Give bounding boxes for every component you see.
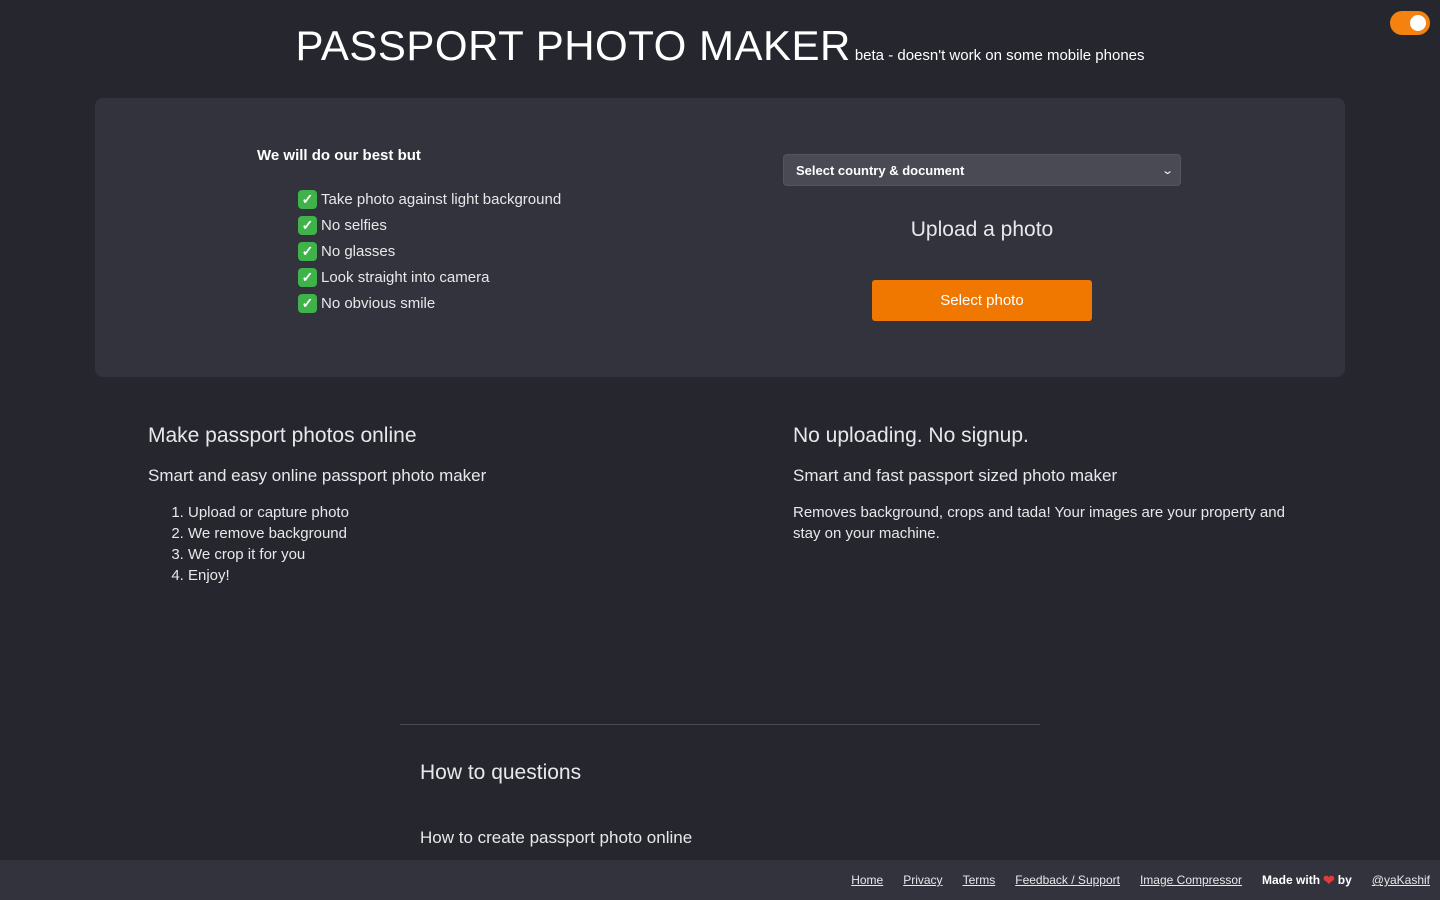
header: PASSPORT PHOTO MAKER beta - doesn't work … [0,22,1440,70]
toggle-knob [1410,15,1426,31]
author-link[interactable]: @yaKashif [1372,873,1430,887]
info-heading: Make passport photos online [148,424,417,447]
list-item: Enjoy! [188,565,668,586]
theme-toggle[interactable] [1390,11,1430,35]
list-item: ✓ Look straight into camera [298,264,561,290]
steps-list: Upload or capture photo We remove backgr… [148,502,668,586]
tip-text: No obvious smile [321,294,436,312]
footer-link-image-compressor[interactable]: Image Compressor [1140,873,1242,887]
tip-text: No selfies [321,216,387,234]
footer-link-privacy[interactable]: Privacy [903,873,942,887]
list-item: ✓ No obvious smile [298,290,561,316]
faq-heading: How to questions [420,761,582,784]
footer-link-home[interactable]: Home [851,873,883,887]
check-icon: ✓ [298,189,317,209]
info-heading: No uploading. No signup. [793,424,1029,447]
divider [400,724,1040,725]
page-title: PASSPORT PHOTO MAKER [295,22,851,69]
info-no-upload: No uploading. No signup. Smart and fast … [793,424,1303,544]
check-icon: ✓ [298,267,317,287]
list-item: We crop it for you [188,544,668,565]
select-photo-button[interactable]: Select photo [872,280,1092,321]
heart-icon: ❤ [1323,871,1335,888]
made-with-label: Made with [1262,873,1321,887]
footer: Home Privacy Terms Feedback / Support Im… [0,860,1440,900]
tips-list: ✓ Take photo against light background ✓ No… [298,186,561,316]
info-make-passport: Make passport photos online Smart and ea… [148,424,668,586]
list-item: Upload or capture photo [188,502,668,523]
info-description: Removes background, crops and tada! Your… [793,504,1285,542]
page: PASSPORT PHOTO MAKER beta - doesn't work … [0,0,1440,900]
select-value: Select country & document [796,162,965,178]
list-item: We remove background [188,523,668,544]
faq-item[interactable]: How to create passport photo online [420,828,692,848]
list-item: ✓ No glasses [298,238,561,264]
footer-link-feedback[interactable]: Feedback / Support [1015,873,1120,887]
list-item: ✓ Take photo against light background [298,186,561,212]
info-subheading: Smart and fast passport sized photo make… [793,466,1118,485]
tip-text: Look straight into camera [321,268,490,286]
tip-text: No glasses [321,242,396,260]
page-subtitle: beta - doesn't work on some mobile phone… [854,47,1145,64]
made-with: Made with ❤ by @yaKashif [1262,872,1430,889]
tip-text: Take photo against light background [321,190,562,208]
list-item: ✓ No selfies [298,212,561,238]
info-subheading: Smart and easy online passport photo mak… [148,466,487,485]
footer-link-terms[interactable]: Terms [963,873,996,887]
check-icon: ✓ [298,215,317,235]
chevron-down-icon: ⌄ [1160,164,1174,177]
country-document-select[interactable]: Select country & document ⌄ [783,154,1181,186]
photo-maker-card: We will do our best but ✓ Take photo agai… [95,98,1345,377]
tips-heading: We will do our best but [257,147,421,164]
upload-label: Upload a photo [910,218,1054,241]
check-icon: ✓ [298,293,317,313]
check-icon: ✓ [298,241,317,261]
by-label: by [1337,873,1352,887]
